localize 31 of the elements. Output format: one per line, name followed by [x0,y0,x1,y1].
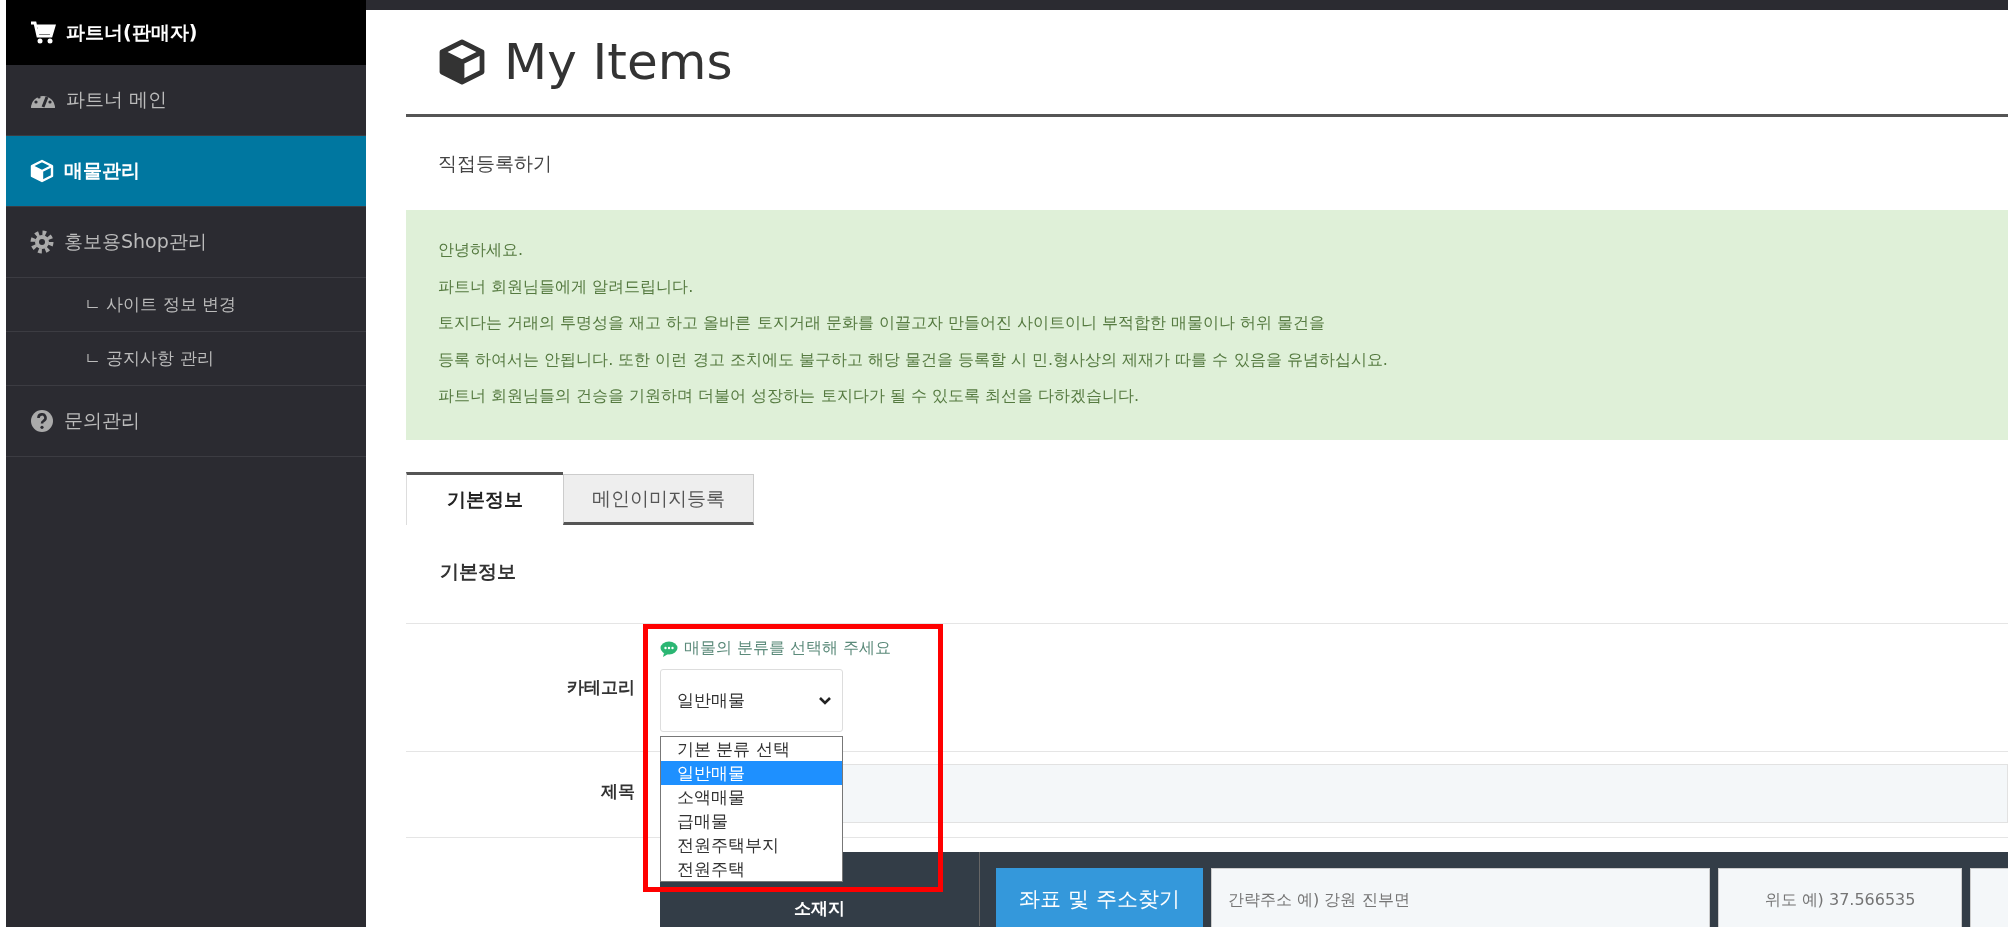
dropdown-option[interactable]: 전원주택부지 [661,833,842,857]
sidebar-item[interactable]: ㄴ 공지사항 관리 [6,332,366,386]
gear-icon [30,230,54,254]
notice-panel: 안녕하세요. 파트너 회원님들에게 알려드립니다. 토지다는 거래의 투명성을 재고 하고 올바른 토지거래 문화를 이끌고자 만들어진 사이트이니 부적합한 매물이나 허위 물건을 등록 하여서는 안됩니다. 또한 이런 경고 조치에도 불구하고 해당 물건을 등록할 시 민.형사상의 제재가 따를 수 있음을 유념하십시요. 파트너 회원님들의 건승을 기원하며 더불어 성장하는 토지다가 될 수 있도록 최선을 다하겠습니다. [406,210,2008,440]
chevron-down-icon [818,695,832,706]
sidebar-item[interactable]: 문의관리 [6,386,366,457]
field-label: 카테고리 [566,676,635,699]
category-select[interactable]: 일반매물 [660,669,843,732]
cube-icon [438,38,486,86]
page-subtitle: 직접등록하기 [437,150,553,176]
page-title: My Items [504,33,733,91]
hint-text: 매물의 분류를 선택해 주세요 [684,638,892,659]
tab[interactable]: 기본정보 [406,472,563,525]
sidebar-title: 파트너(판매자) [66,19,198,45]
field-label: 제목 [600,780,635,803]
cart-icon [30,20,56,45]
address-input[interactable]: 간략주소 예) 강원 진부면 [1211,868,1710,927]
dropdown-option[interactable]: 급매물 [661,809,842,833]
section-title: 기본정보 [439,559,517,584]
sidebar-item[interactable]: 매물관리 [6,136,366,207]
question-icon [30,409,54,433]
latitude-input[interactable]: 위도 예) 37.566535 [1718,868,1962,927]
sidebar-item[interactable]: 홍보용Shop관리 [6,207,366,278]
cube-icon [30,159,54,183]
tab[interactable]: 메인이미지등록 [563,474,754,525]
dropdown-option[interactable]: 전원주택 [661,857,842,881]
dropdown-option[interactable]: 소액매물 [661,785,842,809]
dropdown-option[interactable]: 기본 분류 선택 [661,737,842,761]
field-label: 소재지 [794,897,845,920]
chat-bubble-icon [660,640,678,657]
sidebar-item[interactable]: ㄴ 사이트 정보 변경 [6,278,366,332]
